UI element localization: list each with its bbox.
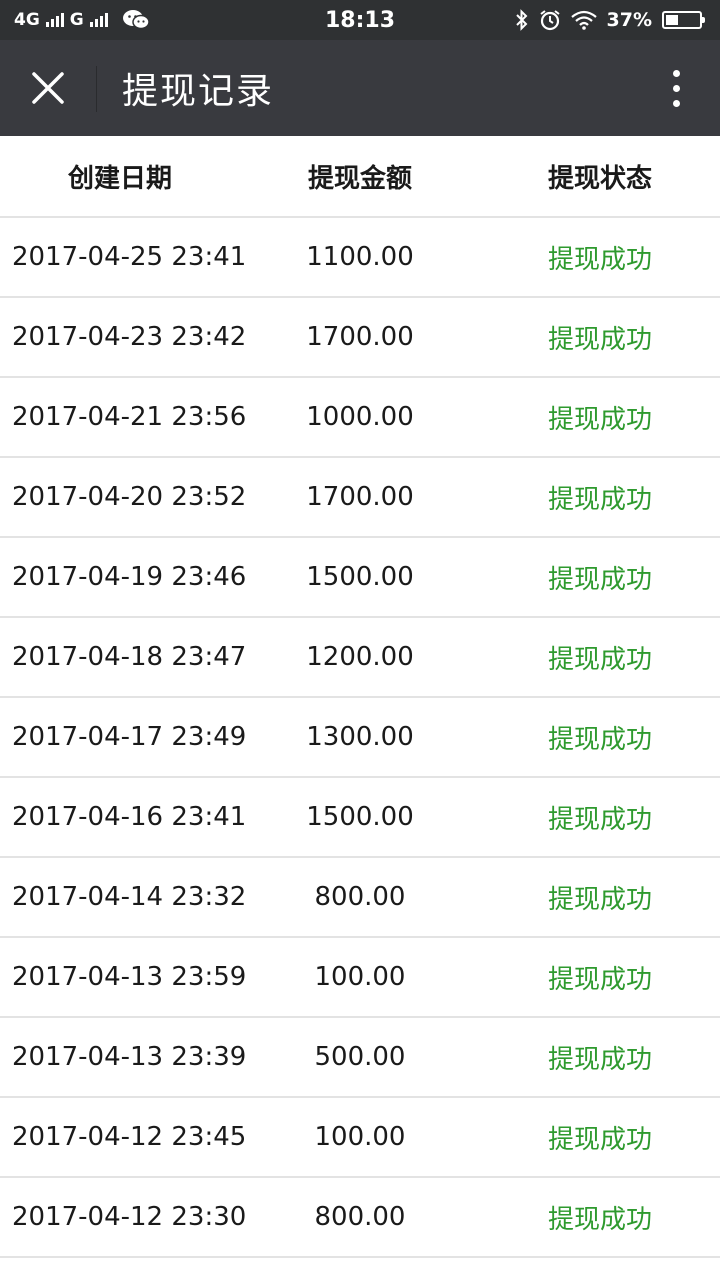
battery-percent: 37%: [606, 9, 652, 31]
row-amount: 1500.00: [306, 802, 414, 832]
header-status: 提现状态: [547, 163, 652, 194]
more-vertical-icon-dot: [672, 84, 680, 92]
row-amount: 1100.00: [306, 242, 414, 272]
row-amount: 100.00: [314, 1122, 406, 1152]
more-button[interactable]: [652, 40, 700, 136]
row-date: 2017-04-14 23:32: [12, 882, 247, 912]
row-date: 2017-04-17 23:49: [12, 722, 247, 752]
nav-divider: [96, 66, 97, 112]
row-date: 2017-04-16 23:41: [12, 802, 247, 832]
table-row[interactable]: 2017-04-25 23:41 1100.00 提现成功: [0, 218, 720, 298]
table-row[interactable]: 2017-04-16 23:41 1500.00 提现成功: [0, 778, 720, 858]
status-bar-right: 37%: [515, 0, 705, 40]
wifi-icon: [570, 10, 597, 30]
table-row[interactable]: 2017-04-12 23:45 100.00 提现成功: [0, 1098, 720, 1178]
header-date: 创建日期: [67, 163, 172, 194]
row-status: 提现成功: [547, 404, 652, 435]
table-row[interactable]: 2017-04-13 23:39 500.00 提现成功: [0, 1018, 720, 1098]
row-date: 2017-04-23 23:42: [12, 322, 247, 352]
row-date: 2017-04-21 23:56: [12, 402, 247, 432]
row-amount: 1300.00: [306, 722, 414, 752]
table-row[interactable]: 2017-04-19 23:46 1500.00 提现成功: [0, 538, 720, 618]
table-row[interactable]: 2017-04-14 23:32 800.00 提现成功: [0, 858, 720, 938]
row-status: 提现成功: [547, 964, 652, 995]
row-amount: 800.00: [314, 1202, 406, 1232]
row-status: 提现成功: [547, 484, 652, 515]
row-date: 2017-04-18 23:47: [12, 642, 247, 672]
row-date: 2017-04-19 23:46: [12, 562, 247, 592]
row-amount: 100.00: [314, 962, 406, 992]
status-bar: 4G G 18:13 37%: [0, 0, 720, 40]
bluetooth-icon: [515, 9, 527, 31]
row-amount: 1200.00: [306, 642, 414, 672]
table-body: 2017-04-25 23:41 1100.00 提现成功 2017-04-23 23…: [0, 218, 720, 1258]
row-status: 提现成功: [547, 324, 652, 355]
row-status: 提现成功: [547, 1204, 652, 1235]
row-date: 2017-04-20 23:52: [12, 482, 247, 512]
row-amount: 1700.00: [306, 322, 414, 352]
row-status: 提现成功: [547, 1044, 652, 1075]
row-status: 提现成功: [547, 804, 652, 835]
table-row[interactable]: 2017-04-23 23:42 1700.00 提现成功: [0, 298, 720, 378]
table-row[interactable]: 2017-04-20 23:52 1700.00 提现成功: [0, 458, 720, 538]
more-vertical-icon-dot: [672, 99, 680, 107]
row-status: 提现成功: [547, 884, 652, 915]
header-amount: 提现金额: [307, 163, 412, 194]
row-date: 2017-04-13 23:59: [12, 962, 247, 992]
close-button[interactable]: [0, 40, 96, 136]
page-title: 提现记录: [122, 71, 275, 112]
row-status: 提现成功: [547, 1124, 652, 1155]
row-amount: 1700.00: [306, 482, 414, 512]
table-row[interactable]: 2017-04-12 23:30 800.00 提现成功: [0, 1178, 720, 1258]
close-icon: [32, 72, 64, 104]
battery-icon: [662, 11, 705, 29]
withdrawal-table: 创建日期 提现金额 提现状态 2017-04-25 23:41 1100.00 提现…: [0, 136, 720, 1258]
table-row[interactable]: 2017-04-21 23:56 1000.00 提现成功: [0, 378, 720, 458]
row-date: 2017-04-12 23:45: [12, 1122, 247, 1152]
row-amount: 800.00: [314, 882, 406, 912]
row-date: 2017-04-25 23:41: [12, 242, 247, 272]
table-row[interactable]: 2017-04-17 23:49 1300.00 提现成功: [0, 698, 720, 778]
table-row[interactable]: 2017-04-13 23:59 100.00 提现成功: [0, 938, 720, 1018]
row-amount: 1000.00: [306, 402, 414, 432]
row-date: 2017-04-13 23:39: [12, 1042, 247, 1072]
nav-bar: 提现记录: [0, 40, 720, 136]
more-vertical-icon-dot: [672, 69, 680, 77]
row-amount: 500.00: [314, 1042, 406, 1072]
row-status: 提现成功: [547, 644, 652, 675]
row-amount: 1500.00: [306, 562, 414, 592]
row-status: 提现成功: [547, 564, 652, 595]
alarm-icon: [539, 10, 560, 31]
table-header: 创建日期 提现金额 提现状态: [0, 136, 720, 218]
table-row[interactable]: 2017-04-18 23:47 1200.00 提现成功: [0, 618, 720, 698]
row-status: 提现成功: [547, 244, 652, 275]
row-status: 提现成功: [547, 724, 652, 755]
row-date: 2017-04-12 23:30: [12, 1202, 247, 1232]
